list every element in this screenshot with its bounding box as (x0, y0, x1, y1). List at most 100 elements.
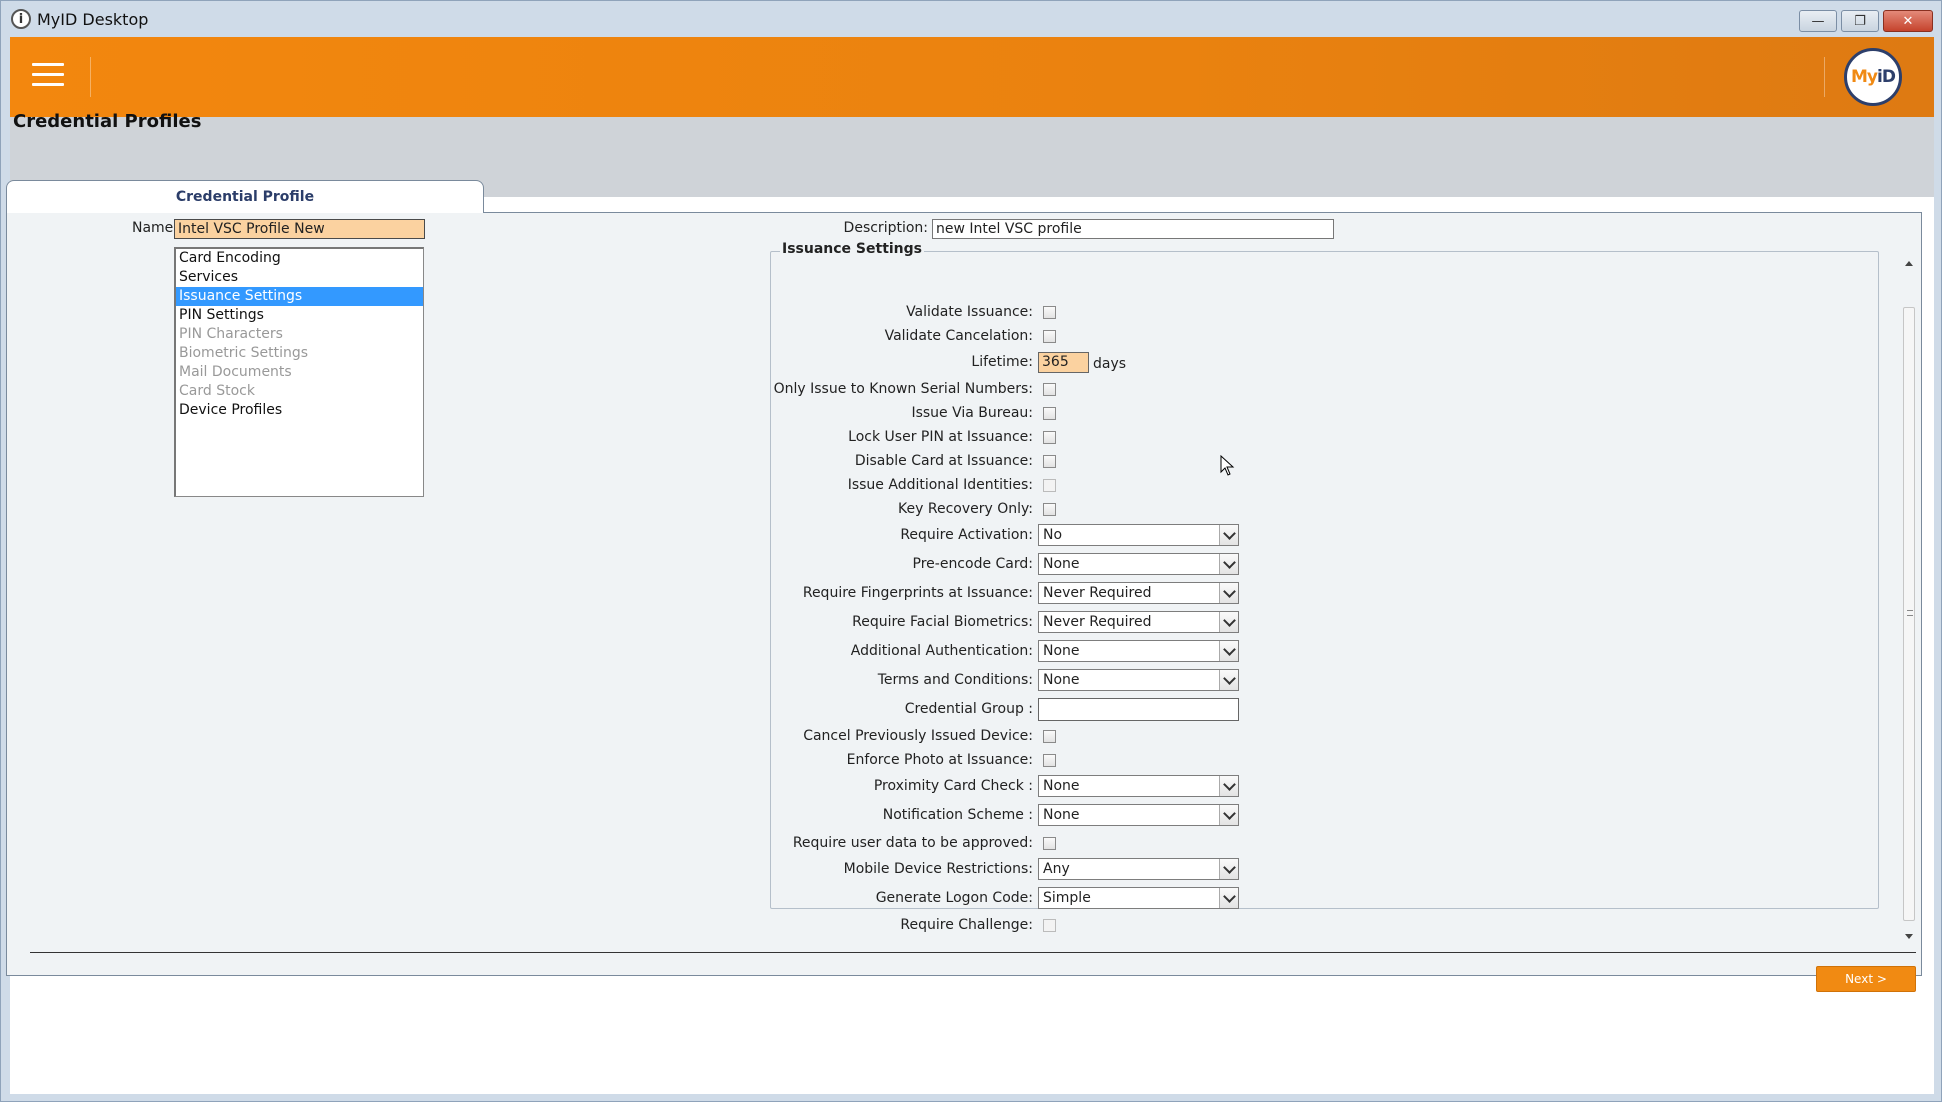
name-label: Name: (131, 220, 178, 236)
chevron-down-icon[interactable] (1219, 612, 1238, 632)
chevron-down-icon[interactable] (1219, 888, 1238, 908)
section-listbox[interactable]: Card Encoding Services Issuance Settings… (174, 247, 424, 497)
lock-pin-checkbox[interactable] (1043, 431, 1056, 444)
additional-auth-value: None (1043, 643, 1080, 659)
facial-value: Never Required (1043, 614, 1152, 630)
list-item-card-encoding[interactable]: Card Encoding (176, 249, 423, 268)
list-item-card-stock: Card Stock (179, 383, 255, 399)
validate-issuance-checkbox[interactable] (1043, 306, 1056, 319)
terms-label: Terms and Conditions: (877, 672, 1033, 688)
known-serials-checkbox[interactable] (1043, 383, 1056, 396)
require-activation-select[interactable]: No (1038, 524, 1239, 546)
chevron-down-icon[interactable] (1219, 859, 1238, 879)
facial-label: Require Facial Biometrics: (852, 614, 1033, 630)
additional-auth-label: Additional Authentication: (850, 643, 1033, 659)
mobile-restrictions-select[interactable]: Any (1038, 858, 1239, 880)
list-item-device-profiles[interactable]: Device Profiles (176, 401, 423, 420)
additional-auth-select[interactable]: None (1038, 640, 1239, 662)
logo-text-b: iD (1877, 67, 1896, 87)
terms-select[interactable]: None (1038, 669, 1239, 691)
info-icon: i (11, 9, 31, 29)
logon-code-value: Simple (1043, 890, 1091, 906)
chevron-down-icon[interactable] (1219, 670, 1238, 690)
pre-encode-label: Pre-encode Card: (912, 556, 1033, 572)
form-scrollbar[interactable] (1901, 257, 1919, 943)
list-item-pin-characters: PIN Characters (179, 326, 283, 342)
scroll-down-icon[interactable] (1905, 934, 1913, 939)
mouse-cursor-icon (1220, 455, 1235, 476)
pre-encode-select[interactable]: None (1038, 553, 1239, 575)
myid-logo[interactable]: My iD (1844, 48, 1902, 106)
pre-encode-value: None (1043, 556, 1080, 572)
lock-pin-label: Lock User PIN at Issuance: (848, 429, 1033, 445)
lifetime-input[interactable]: 365 (1038, 352, 1089, 373)
header-divider (90, 57, 91, 97)
proximity-select[interactable]: None (1038, 775, 1239, 797)
approve-user-data-checkbox[interactable] (1043, 837, 1056, 850)
logon-code-select[interactable]: Simple (1038, 887, 1239, 909)
additional-identities-checkbox (1043, 479, 1056, 492)
lifetime-unit: days (1093, 356, 1127, 372)
next-button[interactable]: Next > (1816, 966, 1916, 992)
name-input[interactable]: Intel VSC Profile New (174, 219, 425, 239)
tab-credential-profile[interactable]: Credential Profile (6, 180, 484, 213)
description-input[interactable]: new Intel VSC profile (932, 219, 1334, 239)
list-item-mail-documents: Mail Documents (179, 364, 292, 380)
scroll-thumb[interactable] (1903, 307, 1915, 921)
chevron-down-icon[interactable] (1219, 776, 1238, 796)
hamburger-menu-icon[interactable] (32, 59, 64, 91)
enforce-photo-label: Enforce Photo at Issuance: (846, 752, 1033, 768)
facial-select[interactable]: Never Required (1038, 611, 1239, 633)
mobile-restrictions-value: Any (1043, 861, 1070, 877)
app-header: My iD (10, 37, 1934, 117)
credential-group-label: Credential Group : (904, 701, 1033, 717)
key-recovery-checkbox[interactable] (1043, 503, 1056, 516)
chevron-down-icon[interactable] (1219, 583, 1238, 603)
description-label: Description: (843, 220, 928, 236)
disable-card-checkbox[interactable] (1043, 455, 1056, 468)
list-item-pin-settings[interactable]: PIN Settings (176, 306, 423, 325)
window-controls: — ❐ ✕ (1799, 10, 1933, 32)
maximize-button[interactable]: ❐ (1841, 10, 1879, 32)
minimize-button[interactable]: — (1799, 10, 1837, 32)
notification-select[interactable]: None (1038, 804, 1239, 826)
notification-label: Notification Scheme : (882, 807, 1033, 823)
proximity-value: None (1043, 778, 1080, 794)
list-item-biometric-settings: Biometric Settings (179, 345, 309, 361)
app-window: i MyID Desktop — ❐ ✕ My iD Credential Pro… (0, 0, 1942, 1102)
terms-value: None (1043, 672, 1080, 688)
validate-cancelation-label: Validate Cancelation: (884, 328, 1033, 344)
logon-code-label: Generate Logon Code: (875, 890, 1033, 906)
scroll-up-icon[interactable] (1905, 261, 1913, 266)
mobile-restrictions-label: Mobile Device Restrictions: (843, 861, 1033, 877)
logo-text-a: My (1851, 67, 1878, 87)
header-divider (1824, 57, 1825, 97)
notification-value: None (1043, 807, 1080, 823)
enforce-photo-checkbox[interactable] (1043, 754, 1056, 767)
validate-cancelation-checkbox[interactable] (1043, 330, 1056, 343)
via-bureau-checkbox[interactable] (1043, 407, 1056, 420)
disable-card-label: Disable Card at Issuance: (854, 453, 1033, 469)
list-item-issuance-settings[interactable]: Issuance Settings (176, 287, 423, 306)
require-challenge-label: Require Challenge: (900, 917, 1033, 933)
window-titlebar: i MyID Desktop — ❐ ✕ (1, 1, 1941, 37)
proximity-label: Proximity Card Check : (873, 778, 1033, 794)
fingerprints-select[interactable]: Never Required (1038, 582, 1239, 604)
lifetime-label: Lifetime: (971, 354, 1033, 370)
require-activation-value: No (1043, 527, 1063, 543)
list-item-services[interactable]: Services (176, 268, 423, 287)
validate-issuance-label: Validate Issuance: (906, 304, 1033, 320)
chevron-down-icon[interactable] (1219, 805, 1238, 825)
chevron-down-icon[interactable] (1219, 525, 1238, 545)
window-title: MyID Desktop (37, 9, 149, 29)
chevron-down-icon[interactable] (1219, 554, 1238, 574)
cancel-previous-label: Cancel Previously Issued Device: (803, 728, 1033, 744)
credential-group-input[interactable] (1038, 698, 1239, 721)
chevron-down-icon[interactable] (1219, 641, 1238, 661)
close-button[interactable]: ✕ (1883, 10, 1933, 32)
approve-user-data-label: Require user data to be approved: (792, 835, 1033, 851)
known-serials-label: Only Issue to Known Serial Numbers: (773, 381, 1033, 397)
page-title: Credential Profiles (13, 111, 202, 132)
cancel-previous-checkbox[interactable] (1043, 730, 1056, 743)
require-activation-label: Require Activation: (900, 527, 1033, 543)
